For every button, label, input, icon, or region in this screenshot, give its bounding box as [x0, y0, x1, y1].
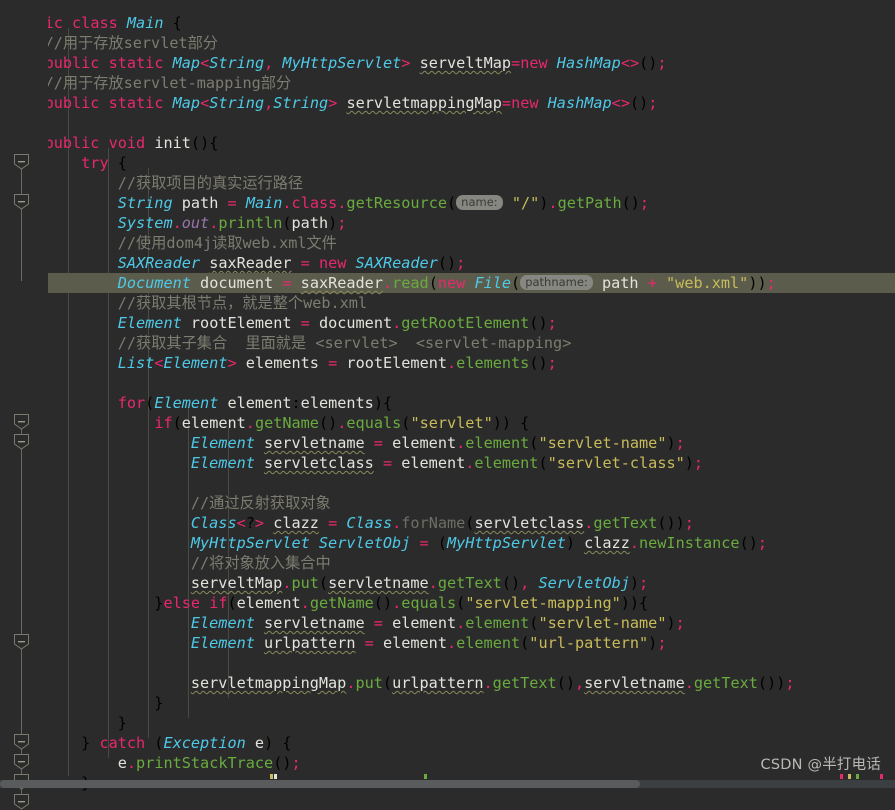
scrollbar-marker: [880, 774, 883, 779]
code-line[interactable]: SAXReader saxReader = new SAXReader();: [0, 253, 895, 273]
code-line[interactable]: System.out.println(path);: [0, 213, 895, 233]
code-line[interactable]: [0, 373, 895, 393]
scrollbar-marker: [270, 774, 273, 779]
scrollbar-marker: [848, 774, 851, 779]
fold-collapse-icon[interactable]: [13, 634, 30, 650]
fold-collapse-icon[interactable]: [13, 434, 30, 450]
code-line[interactable]: String path = Main.class.getResource(nam…: [0, 193, 895, 213]
watermark: CSDN @半打电话: [760, 757, 881, 773]
code-line[interactable]: }: [0, 713, 895, 733]
code-line[interactable]: public static Map<String,String> servlet…: [0, 93, 895, 113]
scrollbar-marker: [840, 774, 843, 779]
code-line[interactable]: Document document = saxReader.read(new F…: [0, 273, 895, 293]
fold-collapse-icon[interactable]: [13, 194, 30, 210]
code-line[interactable]: //将对象放入集合中: [0, 553, 895, 573]
code-line[interactable]: for(Element element:elements){: [0, 393, 895, 413]
code-line[interactable]: Element servletclass = element.element("…: [0, 453, 895, 473]
code-editor[interactable]: public class Main { //用于存放servlet部分 publ…: [0, 0, 895, 810]
code-line[interactable]: if(element.getName().equals("servlet")) …: [0, 413, 895, 433]
code-line[interactable]: [0, 653, 895, 673]
code-line[interactable]: //获取项目的真实运行路径: [0, 173, 895, 193]
code-line[interactable]: //用于存放servlet部分: [0, 33, 895, 53]
fold-collapse-icon[interactable]: [13, 794, 30, 810]
code-line[interactable]: //使用dom4j读取web.xml文件: [0, 233, 895, 253]
scrollbar-thumb[interactable]: [0, 780, 640, 788]
code-line[interactable]: [0, 473, 895, 493]
code-line[interactable]: public static Map<String, MyHttpServlet>…: [0, 53, 895, 73]
code-line[interactable]: }: [0, 693, 895, 713]
parameter-hint-name: name:: [456, 195, 503, 210]
code-line[interactable]: }else if(element.getName().equals("servl…: [0, 593, 895, 613]
fold-collapse-icon[interactable]: [13, 734, 30, 750]
scrollbar-marker: [856, 774, 859, 779]
code-line[interactable]: Element servletname = element.element("s…: [0, 613, 895, 633]
code-line[interactable]: Element servletname = element.element("s…: [0, 433, 895, 453]
horizontal-scrollbar[interactable]: [0, 774, 895, 788]
code-line[interactable]: MyHttpServlet ServletObj = (MyHttpServle…: [0, 533, 895, 553]
fold-collapse-icon[interactable]: [13, 414, 30, 430]
code-line[interactable]: serveltMap.put(servletname.getText(), Se…: [0, 573, 895, 593]
scrollbar-marker: [424, 774, 427, 779]
code-line[interactable]: servletmappingMap.put(urlpattern.getText…: [0, 673, 895, 693]
code-line[interactable]: Element urlpattern = element.element("ur…: [0, 633, 895, 653]
code-line[interactable]: Class<?> clazz = Class.forName(servletcl…: [0, 513, 895, 533]
code-line[interactable]: //获取其根节点，就是整个web.xml: [0, 293, 895, 313]
code-line[interactable]: public class Main {: [0, 13, 895, 33]
code-line[interactable]: //用于存放servlet-mapping部分: [0, 73, 895, 93]
code-line[interactable]: List<Element> elements = rootElement.ele…: [0, 353, 895, 373]
code-line[interactable]: //获取其子集合 里面就是 <servlet> <servlet-mapping…: [0, 333, 895, 353]
code-content[interactable]: public class Main { //用于存放servlet部分 publ…: [0, 0, 895, 792]
fold-collapse-icon[interactable]: [13, 754, 30, 770]
code-line[interactable]: public void init(){: [0, 133, 895, 153]
fold-connector-line: [21, 201, 22, 281]
editor-gutter[interactable]: [0, 0, 48, 810]
code-line[interactable]: //通过反射获取对象: [0, 493, 895, 513]
code-line[interactable]: Element rootElement = document.getRootEl…: [0, 313, 895, 333]
parameter-hint-pathname: pathname:: [520, 275, 593, 290]
code-line[interactable]: [0, 113, 895, 133]
code-line[interactable]: } catch (Exception e) {: [0, 733, 895, 753]
code-line[interactable]: try {: [0, 153, 895, 173]
fold-collapse-icon[interactable]: [13, 154, 30, 170]
scrollbar-marker: [274, 774, 277, 779]
fold-connector-line: [21, 641, 22, 701]
